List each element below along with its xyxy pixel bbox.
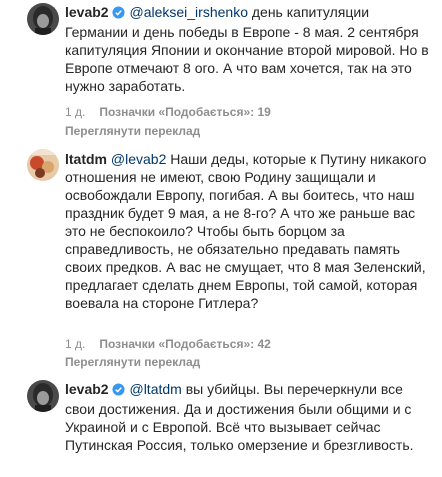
avatar-levab2[interactable]: [27, 3, 59, 35]
avatar-ltatdm[interactable]: [27, 149, 59, 181]
see-translation-link[interactable]: Переглянути переклад: [65, 124, 200, 138]
comment-username[interactable]: levab2: [65, 4, 109, 20]
comment-meta: 1 д. Позначки «Подобається»: 42: [65, 337, 285, 351]
verified-badge-icon: [112, 382, 125, 400]
avatar-levab2[interactable]: [27, 380, 59, 412]
comment-meta: 1 д. Позначки «Подобається»: 19: [65, 105, 285, 119]
comment-text: Наши деды, которые к Путину никакого отн…: [65, 151, 427, 311]
verified-badge-icon: [112, 5, 125, 23]
comment-time[interactable]: 1 д.: [65, 105, 85, 119]
comment-likes-count[interactable]: Позначки «Подобається»: 42: [99, 337, 270, 351]
comment-text-block: levab2 @ltatdm вы убийцы. Вы перечеркнул…: [65, 380, 435, 454]
comment-likes-count[interactable]: Позначки «Подобається»: 19: [99, 105, 270, 119]
see-translation-link[interactable]: Переглянути переклад: [65, 355, 200, 369]
comment-time[interactable]: 1 д.: [65, 337, 85, 351]
comment-text-block: levab2 @aleksei_irshenko день капитуляци…: [65, 3, 435, 95]
comment-text-block: ltatdm @levab2 Наши деды, которые к Пути…: [65, 150, 435, 312]
comment-mention[interactable]: @aleksei_irshenko: [129, 4, 248, 20]
comment-username[interactable]: ltatdm: [65, 151, 107, 167]
comment-username[interactable]: levab2: [65, 381, 109, 397]
comment-mention[interactable]: @ltatdm: [129, 381, 181, 397]
comment-mention[interactable]: @levab2: [111, 151, 166, 167]
